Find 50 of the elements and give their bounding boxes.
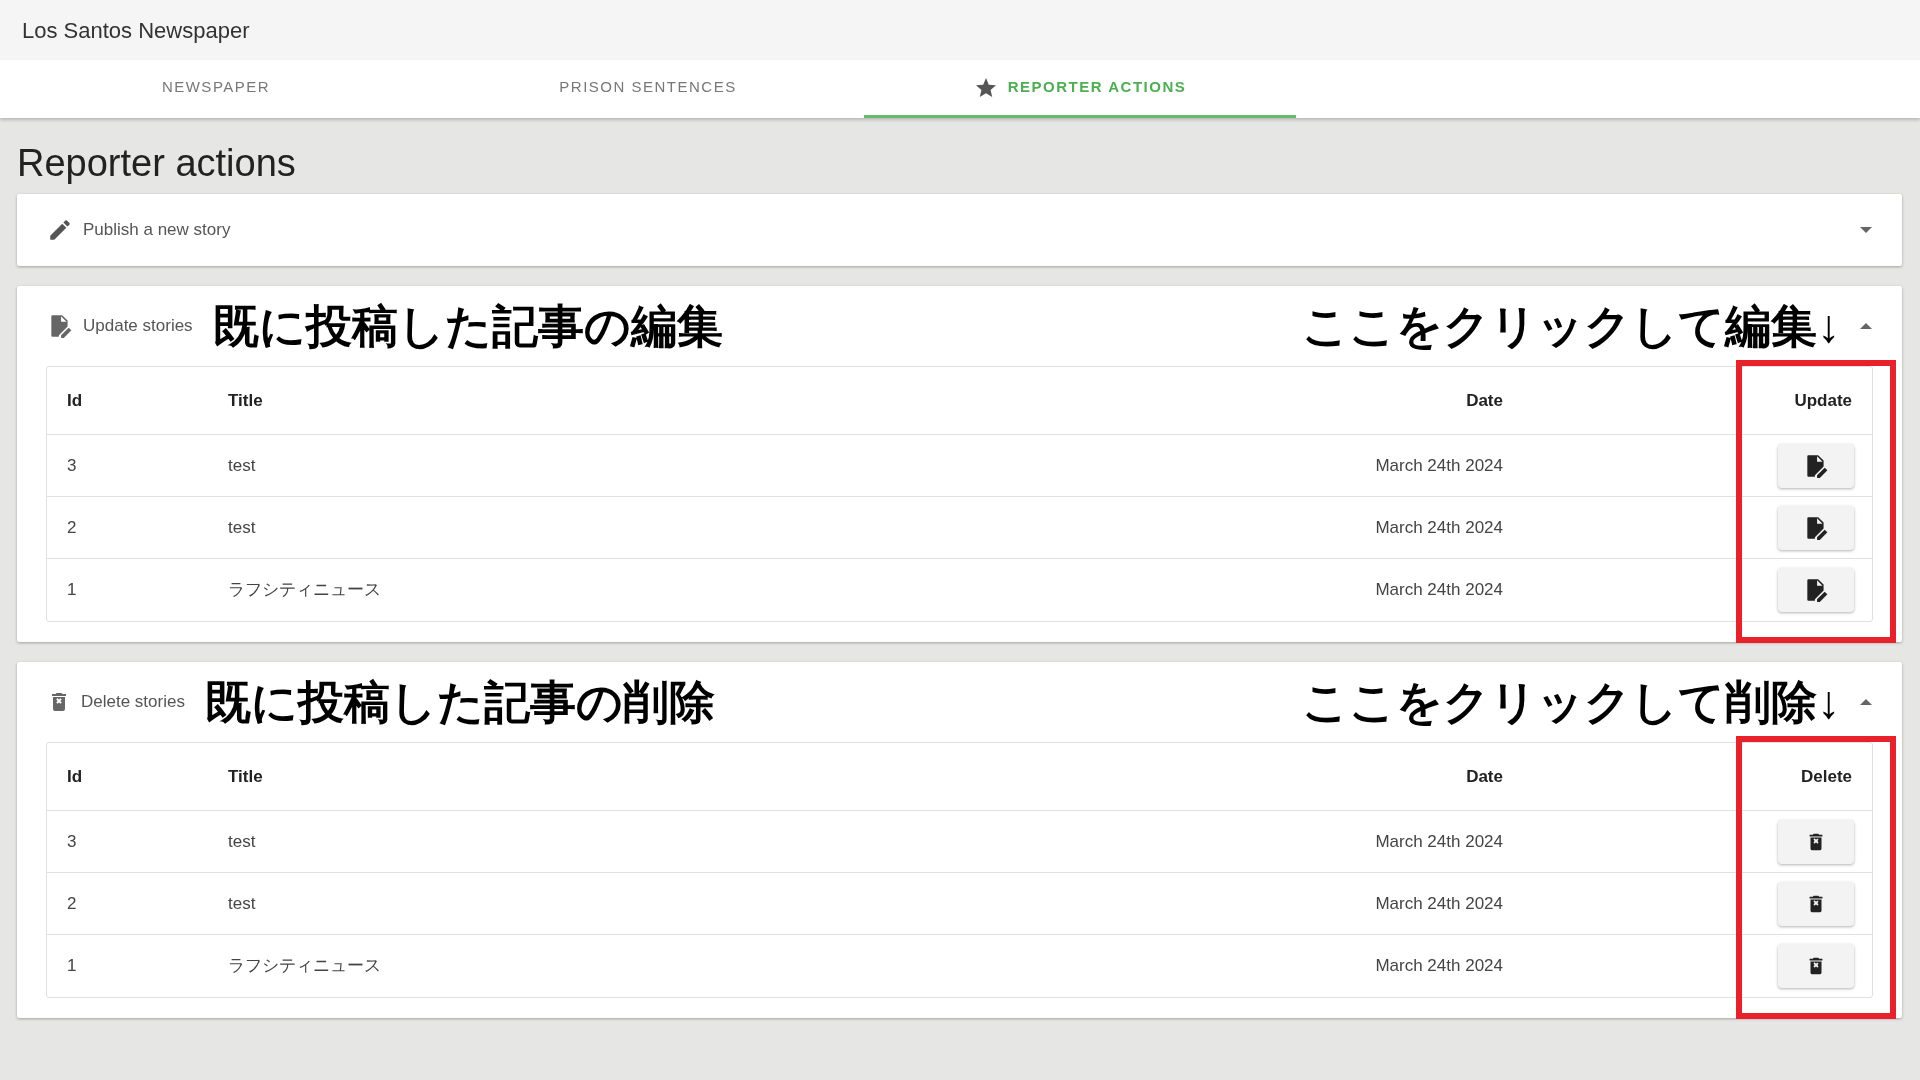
accordion-header[interactable]: Delete stories 既に投稿した記事の削除 ここをクリックして削除↓ [17, 662, 1902, 742]
accordion-header[interactable]: Publish a new story [17, 194, 1902, 266]
accordion-header[interactable]: Update stories 既に投稿した記事の編集 ここをクリックして編集↓ [17, 286, 1902, 366]
update-button[interactable] [1778, 443, 1854, 488]
table-cell-text: 2 [66, 516, 78, 539]
update-button[interactable] [1778, 568, 1854, 612]
table-cell-text: 2 [66, 892, 78, 915]
table-cell-text: March 24th 2024 [1374, 516, 1503, 539]
table-cell-text: March 24th 2024 [1374, 454, 1503, 477]
section-title: Delete stories [81, 691, 185, 714]
table-cell-text: test [228, 454, 257, 477]
table-cell-text: March 24th 2024 [1374, 579, 1503, 602]
delete-button[interactable] [1778, 881, 1854, 926]
column-header: Update [1793, 389, 1853, 412]
column-header: Title [228, 765, 264, 788]
delete-button[interactable] [1778, 819, 1854, 864]
column-header: Id [66, 765, 84, 788]
table-cell-text: March 24th 2024 [1374, 955, 1503, 978]
collapse-caret-icon[interactable] [1860, 699, 1872, 705]
app-title: Los Santos Newspaper [22, 16, 250, 45]
tab[interactable]: NEWSPAPER [0, 60, 432, 118]
annotation-text: ここをクリックして削除↓ [1302, 674, 1840, 730]
table-cell-text: test [228, 892, 257, 915]
table-cell-text: 1 [66, 955, 78, 978]
annotation-text: ここをクリックして編集↓ [1302, 298, 1840, 354]
table-cell-text: 1 [66, 579, 78, 602]
table-cell-text: ラフシティニュース [228, 579, 382, 602]
delete-button[interactable] [1778, 944, 1854, 988]
annotation-text: 既に投稿した記事の編集 [212, 298, 723, 354]
table-cell-text: March 24th 2024 [1374, 892, 1503, 915]
table-cell-text: test [228, 516, 257, 539]
section-title: Update stories [83, 315, 193, 338]
pencil-icon [47, 217, 73, 243]
update-button[interactable] [1778, 505, 1854, 550]
table-cell-text: March 24th 2024 [1374, 830, 1503, 853]
annotation-text: 既に投稿した記事の削除 [204, 674, 715, 730]
table-cell-text: 3 [66, 830, 78, 853]
table-cell-text: ラフシティニュース [228, 955, 382, 978]
tab[interactable]: PRISON SENTENCES [432, 60, 864, 118]
page-title: Reporter actions [17, 141, 297, 186]
expand-caret-icon[interactable] [1860, 227, 1872, 233]
column-header: Title [228, 389, 264, 412]
section-title: Publish a new story [83, 219, 231, 242]
column-header: Date [1465, 389, 1503, 412]
table-cell-text: 3 [66, 454, 78, 477]
column-header: Id [66, 389, 84, 412]
column-header: Delete [1799, 765, 1853, 788]
table-cell-text: test [228, 830, 257, 853]
column-header: Date [1465, 765, 1503, 788]
collapse-caret-icon[interactable] [1860, 323, 1872, 329]
